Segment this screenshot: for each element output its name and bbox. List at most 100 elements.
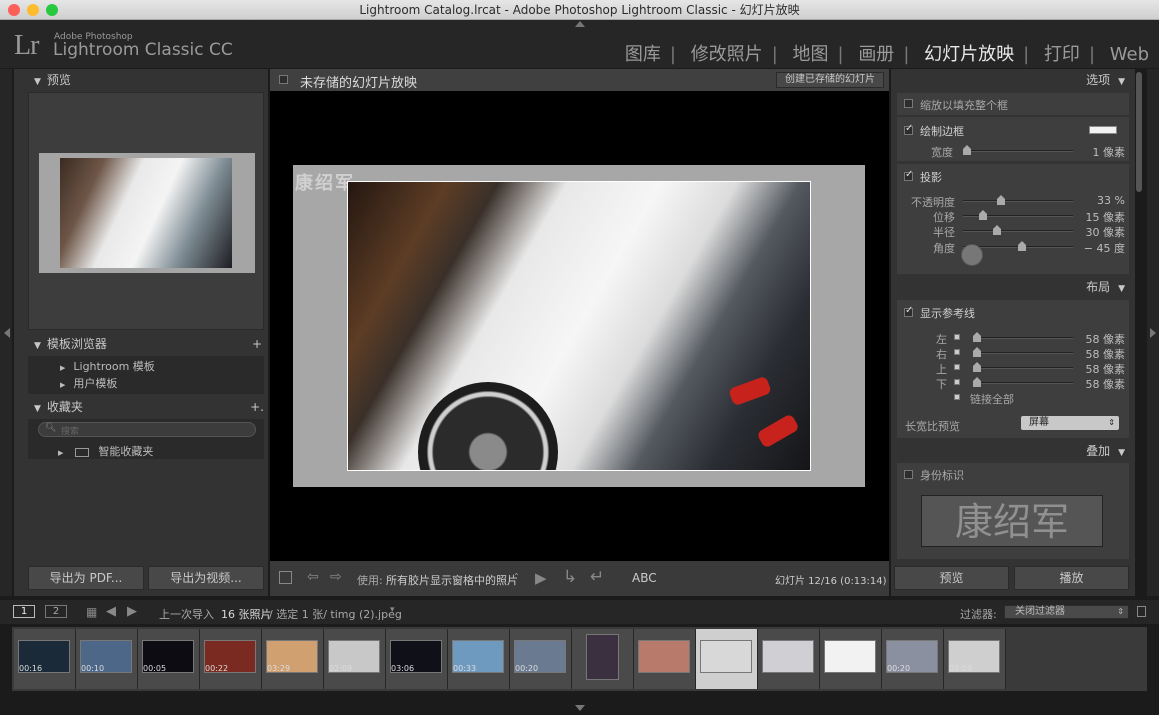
smart-collections-item[interactable]: ▶ 智能收藏夹 <box>58 443 153 459</box>
preview-button[interactable]: 预览 <box>894 566 1009 590</box>
show-guides-checkbox[interactable] <box>904 305 913 317</box>
module-develop[interactable]: 修改照片 <box>691 40 763 66</box>
radius-value[interactable]: 30 像素 <box>1083 224 1126 240</box>
export-video-button[interactable]: 导出为视频... <box>148 566 264 590</box>
module-library[interactable]: 图库 <box>625 40 661 66</box>
add-text-button[interactable]: ABC <box>632 571 657 585</box>
create-saved-slideshow-button[interactable]: 创建已存储的幻灯片 <box>776 72 884 88</box>
add-template-icon[interactable]: + <box>252 333 262 355</box>
filmstrip-thumbnail[interactable] <box>696 629 758 689</box>
next-slide-icon[interactable]: ⇨ <box>330 569 342 585</box>
template-item-user[interactable]: ▶ 用户模板 <box>60 375 117 391</box>
module-print[interactable]: 打印 <box>1044 40 1080 66</box>
main-window-button[interactable]: 1 <box>13 605 35 618</box>
filmstrip-thumbnail[interactable]: 00:10 <box>76 629 138 689</box>
filmstrip-thumbnail[interactable]: 03:29 <box>262 629 324 689</box>
guide-left-link[interactable] <box>954 334 960 340</box>
angle-value[interactable]: − 45 度 <box>1083 240 1125 256</box>
play-icon[interactable]: ▶ <box>535 569 547 587</box>
guide-bottom-slider[interactable] <box>973 377 1073 387</box>
radius-slider[interactable] <box>963 225 1073 235</box>
offset-slider[interactable] <box>963 210 1073 220</box>
titlebar-checkbox[interactable] <box>279 75 288 84</box>
grid-view-icon[interactable]: ▦ <box>86 605 97 619</box>
border-color-swatch[interactable] <box>1089 126 1117 134</box>
identity-plate-checkbox[interactable] <box>904 470 913 479</box>
zoom-window-icon[interactable] <box>46 4 58 16</box>
aspect-preview-select[interactable]: 屏幕 ⇕ <box>1021 416 1119 430</box>
chevron-down-icon[interactable]: ⌃ <box>513 572 520 581</box>
module-map[interactable]: 地图 <box>793 40 829 66</box>
previous-slide-icon[interactable]: ⇦ <box>307 569 319 585</box>
shadow-checkbox[interactable] <box>904 169 913 181</box>
use-source-select[interactable]: 所有胶片显示窗格中的照片 <box>386 572 518 588</box>
stop-icon[interactable] <box>279 571 292 584</box>
selection-info[interactable]: / 选定 1 张/ timg (2).jpeg <box>269 606 402 622</box>
slide-photo[interactable] <box>347 181 811 471</box>
offset-value[interactable]: 15 像素 <box>1083 209 1126 225</box>
guide-top-link[interactable] <box>954 364 960 370</box>
rotate-left-icon[interactable]: ↳ <box>563 567 577 587</box>
guide-right-slider[interactable] <box>973 347 1073 357</box>
filmstrip-thumbnail[interactable]: 03:06 <box>386 629 448 689</box>
module-slideshow[interactable]: 幻灯片放映 <box>924 40 1014 66</box>
opacity-slider[interactable] <box>963 195 1073 205</box>
guide-bottom-value[interactable]: 58 像素 <box>1083 376 1126 392</box>
guide-bottom-link[interactable] <box>954 379 960 385</box>
layout-header[interactable]: 布局 ▼ <box>891 276 1135 298</box>
filmstrip-thumbnail[interactable] <box>758 629 820 689</box>
filmstrip-thumbnail[interactable]: 02:09 <box>944 629 1006 689</box>
filmstrip-thumbnail[interactable] <box>572 629 634 689</box>
thumbnail-duration: 02:09 <box>949 664 973 673</box>
guide-left-slider[interactable] <box>973 332 1073 342</box>
link-all-checkbox[interactable] <box>954 394 960 400</box>
guide-right-link[interactable] <box>954 349 960 355</box>
close-window-icon[interactable] <box>8 4 20 16</box>
back-arrow-icon[interactable]: ◀ <box>106 604 116 619</box>
slide-editor: 康绍军 <box>270 91 889 561</box>
add-collection-icon[interactable]: +. <box>250 396 264 418</box>
filmstrip-thumbnail[interactable]: 02:09 <box>324 629 386 689</box>
guide-right-value[interactable]: 58 像素 <box>1083 346 1126 362</box>
filmstrip-thumbnail[interactable] <box>820 629 882 689</box>
guide-top-value[interactable]: 58 像素 <box>1083 361 1126 377</box>
chevron-down-icon[interactable]: ▾ <box>390 605 395 615</box>
guide-top-slider[interactable] <box>973 362 1073 372</box>
template-browser-header[interactable]: ▼ 模板浏览器 + <box>24 333 268 355</box>
filmstrip-thumbnail[interactable]: 00:20 <box>510 629 572 689</box>
right-panel-scrollbar[interactable] <box>1136 72 1142 192</box>
collapse-bottom-icon[interactable] <box>575 705 585 711</box>
width-value[interactable]: 1 像素 <box>1083 144 1126 160</box>
export-pdf-button[interactable]: 导出为 PDF... <box>28 566 144 590</box>
filter-lock-icon[interactable] <box>1137 606 1146 617</box>
angle-dial[interactable] <box>961 244 983 266</box>
draw-border-checkbox[interactable] <box>904 123 913 135</box>
options-header[interactable]: 选项 ▼ <box>891 69 1135 91</box>
filmstrip-source[interactable]: 上一次导入 <box>159 606 214 622</box>
guide-left-value[interactable]: 58 像素 <box>1083 331 1126 347</box>
filmstrip-thumbnail[interactable]: 00:22 <box>200 629 262 689</box>
rotate-right-icon[interactable]: ↵ <box>590 567 604 587</box>
forward-arrow-icon[interactable]: ▶ <box>127 604 137 619</box>
zoom-fill-checkbox[interactable] <box>904 99 913 108</box>
filmstrip-thumbnail[interactable]: 00:05 <box>138 629 200 689</box>
template-item-lightroom[interactable]: ▶ Lightroom 模板 <box>60 358 155 374</box>
collections-header[interactable]: ▼ 收藏夹 +. <box>24 396 268 418</box>
preview-header[interactable]: ▼ 预览 <box>24 69 268 91</box>
secondary-window-button[interactable]: 2 <box>45 605 67 618</box>
opacity-value[interactable]: 33 % <box>1083 194 1125 207</box>
overlay-header[interactable]: 叠加 ▼ <box>891 440 1135 462</box>
thumbnail-duration: 03:29 <box>267 664 291 673</box>
play-button[interactable]: 播放 <box>1014 566 1129 590</box>
filter-select[interactable]: 关闭过滤器 ⇕ <box>1004 605 1129 619</box>
module-book[interactable]: 画册 <box>858 40 894 66</box>
width-slider[interactable] <box>963 145 1073 155</box>
filmstrip-thumbnail[interactable]: 00:33 <box>448 629 510 689</box>
identity-plate-preview[interactable]: 康绍军 <box>921 495 1103 547</box>
collection-search[interactable]: 🔍︎ 搜索 <box>38 422 256 437</box>
filmstrip-thumbnail[interactable] <box>634 629 696 689</box>
module-web[interactable]: Web <box>1110 44 1149 65</box>
minimize-window-icon[interactable] <box>27 4 39 16</box>
filmstrip-thumbnail[interactable]: 00:16 <box>14 629 76 689</box>
filmstrip-thumbnail[interactable]: 00:20 <box>882 629 944 689</box>
